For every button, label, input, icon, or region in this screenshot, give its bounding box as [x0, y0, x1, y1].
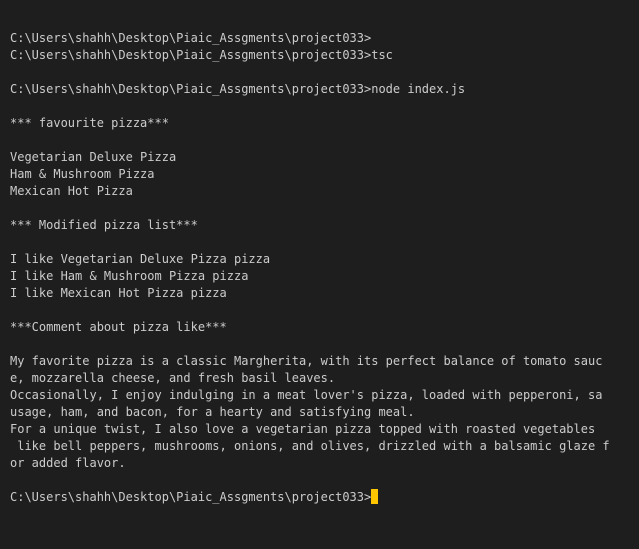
- terminal-line: *** Modified pizza list***: [10, 218, 198, 232]
- prompt-line[interactable]: C:\Users\shahh\Desktop\Piaic_Assgments\p…: [10, 489, 639, 506]
- terminal-line: ***Comment about pizza like***: [10, 320, 227, 334]
- terminal-line: For a unique twist, I also love a vegeta…: [10, 422, 596, 436]
- terminal-line: like bell peppers, mushrooms, onions, an…: [10, 439, 610, 453]
- terminal-line: Vegetarian Deluxe Pizza: [10, 150, 177, 164]
- terminal-window[interactable]: C:\Users\shahh\Desktop\Piaic_Assgments\p…: [0, 0, 639, 549]
- terminal-line: usage, ham, and bacon, for a hearty and …: [10, 405, 415, 419]
- terminal-line: Ham & Mushroom Pizza: [10, 167, 155, 181]
- terminal-line: e, mozzarella cheese, and fresh basil le…: [10, 371, 336, 385]
- terminal-line: or added flavor.: [10, 456, 126, 470]
- terminal-line: C:\Users\shahh\Desktop\Piaic_Assgments\p…: [10, 48, 393, 62]
- terminal-line: *** favourite pizza***: [10, 116, 169, 130]
- terminal-line: I like Vegetarian Deluxe Pizza pizza: [10, 252, 271, 266]
- terminal-line: Mexican Hot Pizza: [10, 184, 133, 198]
- terminal-line: C:\Users\shahh\Desktop\Piaic_Assgments\p…: [10, 82, 466, 96]
- terminal-line: I like Ham & Mushroom Pizza pizza: [10, 269, 249, 283]
- text-cursor: [371, 489, 379, 504]
- terminal-line: Occasionally, I enjoy indulging in a mea…: [10, 388, 603, 402]
- terminal-line: I like Mexican Hot Pizza pizza: [10, 286, 227, 300]
- terminal-line: C:\Users\shahh\Desktop\Piaic_Assgments\p…: [10, 31, 372, 45]
- prompt-text: C:\Users\shahh\Desktop\Piaic_Assgments\p…: [10, 490, 372, 504]
- terminal-line: My favorite pizza is a classic Margherit…: [10, 354, 603, 368]
